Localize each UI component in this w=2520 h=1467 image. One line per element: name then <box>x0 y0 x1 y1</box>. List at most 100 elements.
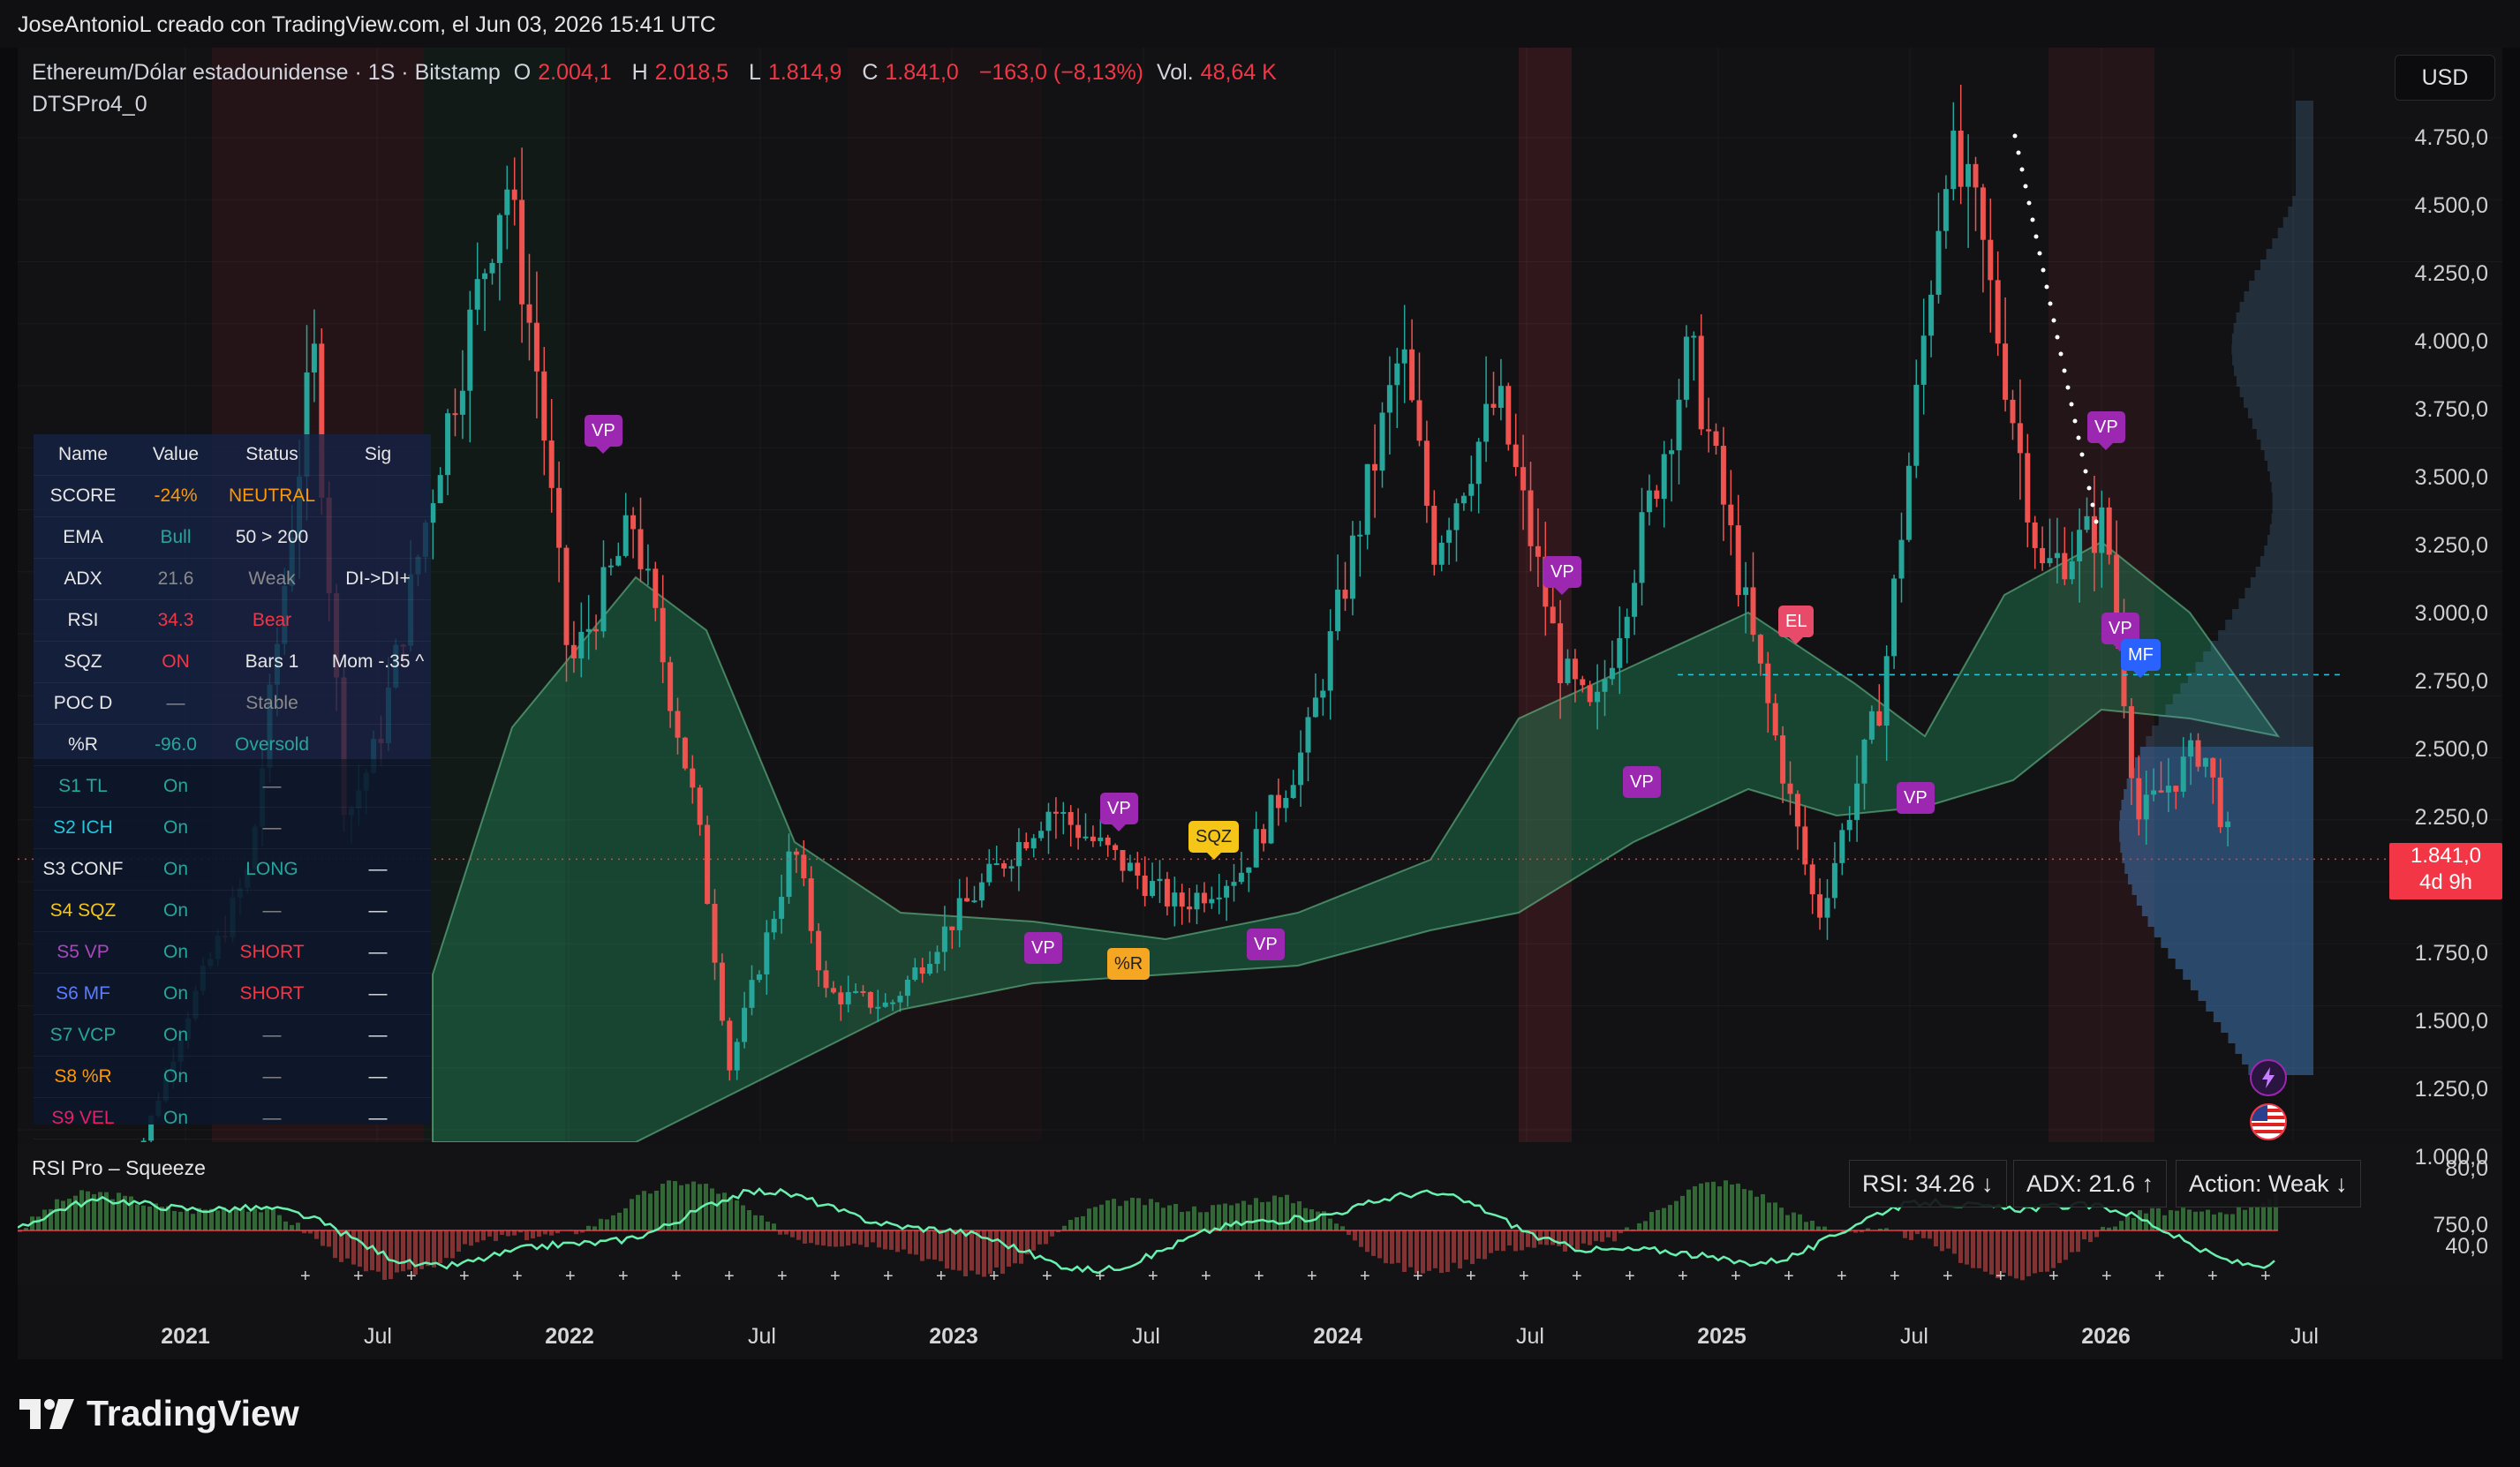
candle-body <box>793 851 799 855</box>
squeeze-dot: + <box>1572 1267 1582 1285</box>
squeeze-histogram-bar <box>1235 1203 1240 1230</box>
squeeze-histogram-bar <box>1779 1207 1784 1230</box>
squeeze-histogram-bar <box>1649 1212 1654 1230</box>
squeeze-histogram-bar <box>747 1210 751 1230</box>
squeeze-histogram-bar <box>1186 1211 1190 1230</box>
squeeze-histogram-bar <box>759 1215 764 1230</box>
symbol-name[interactable]: Ethereum/Dólar estadounidense · 1S · Bit… <box>32 60 501 85</box>
candle-body <box>1913 384 1920 466</box>
time-tick-label: 2021 <box>161 1324 210 1349</box>
squeeze-histogram-bar <box>2218 1212 2222 1230</box>
symbol-legend[interactable]: Ethereum/Dólar estadounidense · 1S · Bit… <box>32 60 1291 86</box>
squeeze-dot: + <box>353 1267 364 1285</box>
squeeze-histogram-bar <box>537 1230 541 1238</box>
squeeze-dot: + <box>2260 1267 2271 1285</box>
squeeze-histogram-bar <box>2187 1209 2192 1230</box>
table-cell-status: — <box>262 776 282 796</box>
candle-body <box>1008 866 1015 869</box>
squeeze-histogram-bar <box>1470 1230 1475 1265</box>
lightning-icon[interactable] <box>2250 1059 2287 1096</box>
sqz-signal-marker: SQZ <box>1188 821 1240 860</box>
vp-signal-marker: VP <box>1623 766 1661 798</box>
candle-body <box>1757 635 1763 664</box>
trail-dot <box>2033 234 2039 239</box>
squeeze-histogram-bar <box>438 1230 442 1263</box>
table-cell-name: S8 %R <box>54 1066 112 1087</box>
squeeze-histogram-bar <box>296 1222 300 1230</box>
candle-body <box>853 990 859 993</box>
candle-body <box>1639 512 1645 583</box>
candle-body <box>2195 740 2201 767</box>
squeeze-histogram-bar <box>18 1230 22 1232</box>
candle-body <box>1001 863 1007 869</box>
squeeze-histogram-bar <box>877 1230 881 1248</box>
squeeze-histogram-bar <box>1903 1230 1907 1238</box>
indicator-name[interactable]: DTSPro4_0 <box>32 92 147 117</box>
volume-profile-bar <box>2292 196 2313 207</box>
squeeze-histogram-bar <box>735 1200 739 1230</box>
candle-body <box>2202 757 2208 767</box>
volume-profile-bar <box>2135 757 2313 768</box>
rsi-tick-label: 40,0 <box>2445 1234 2488 1259</box>
candle-body <box>1090 836 1096 841</box>
tradingview-wordmark: TradingView <box>87 1393 299 1433</box>
squeeze-histogram-bar <box>1928 1230 1932 1239</box>
candle-body <box>1609 667 1615 680</box>
table-cell-name: %R <box>68 734 98 755</box>
adx-status-box: ADX: 21.6 ↑ <box>2013 1160 2168 1207</box>
squeeze-histogram-bar <box>963 1230 968 1276</box>
candle-body <box>1498 386 1504 409</box>
squeeze-histogram-bar <box>741 1205 745 1230</box>
candle-body <box>1854 783 1860 820</box>
squeeze-histogram-bar <box>1674 1200 1679 1230</box>
squeeze-histogram-bar <box>246 1211 251 1230</box>
candle-body <box>949 926 955 930</box>
candle-body <box>1209 899 1215 904</box>
trail-dot <box>2012 133 2018 139</box>
candle-body <box>1595 691 1601 703</box>
volume-profile-bar <box>2235 1043 2313 1054</box>
trail-dot <box>2090 502 2095 508</box>
table-cell-value: — <box>166 693 185 713</box>
table-cell-value: On <box>162 1025 188 1045</box>
volume-profile-bar <box>2264 545 2313 556</box>
candle-body <box>1127 862 1133 871</box>
table-cell-name: S7 VCP <box>49 1025 117 1045</box>
trail-dot <box>2019 167 2025 172</box>
squeeze-histogram-bar <box>1798 1214 1802 1230</box>
squeeze-histogram-bar <box>753 1215 758 1230</box>
volume-profile-bar <box>2195 662 2313 673</box>
candle-body <box>697 787 703 825</box>
volume-profile-bar <box>2236 376 2313 387</box>
candle-body <box>1038 831 1045 839</box>
candle-body <box>2158 790 2164 793</box>
time-axis[interactable]: 2021 Jul 2022 Jul 2023 Jul 2024 Jul 2025 Jul 2026 J… <box>18 1306 2502 1359</box>
candle-body <box>1558 623 1564 683</box>
candle-body <box>1617 637 1623 668</box>
squeeze-histogram-bar <box>67 1199 72 1230</box>
volume-profile-bar <box>2296 164 2313 175</box>
candle-body <box>756 974 762 981</box>
squeeze-dot: + <box>1254 1267 1264 1285</box>
candle-body <box>1246 867 1252 873</box>
volume-profile-bar <box>2161 937 2313 948</box>
candle-body <box>1379 412 1385 471</box>
us-flag-icon[interactable] <box>2250 1103 2287 1140</box>
rsi-pane-title[interactable]: RSI Pro – Squeeze <box>32 1156 206 1180</box>
ohlc-high: H 2.018,5 <box>631 60 729 85</box>
squeeze-histogram-bar <box>1816 1226 1821 1230</box>
squeeze-histogram-bar <box>1427 1230 1431 1271</box>
candle-body <box>645 568 651 571</box>
candle-body <box>1520 467 1527 491</box>
squeeze-histogram-bar <box>2064 1230 2068 1260</box>
squeeze-histogram-bar <box>1136 1198 1141 1230</box>
tradingview-logo[interactable]: TradingView <box>19 1393 299 1434</box>
time-tick-label: Jul <box>748 1324 776 1349</box>
squeeze-histogram-bar <box>1211 1205 1215 1230</box>
candle-body <box>1201 892 1207 904</box>
candle-body <box>1113 845 1119 851</box>
vp-signal-marker: VP <box>585 415 622 454</box>
squeeze-histogram-bar <box>1328 1218 1332 1230</box>
currency-button[interactable]: USD <box>2395 55 2495 101</box>
table-row: S7 VCP On — — <box>34 1015 431 1057</box>
